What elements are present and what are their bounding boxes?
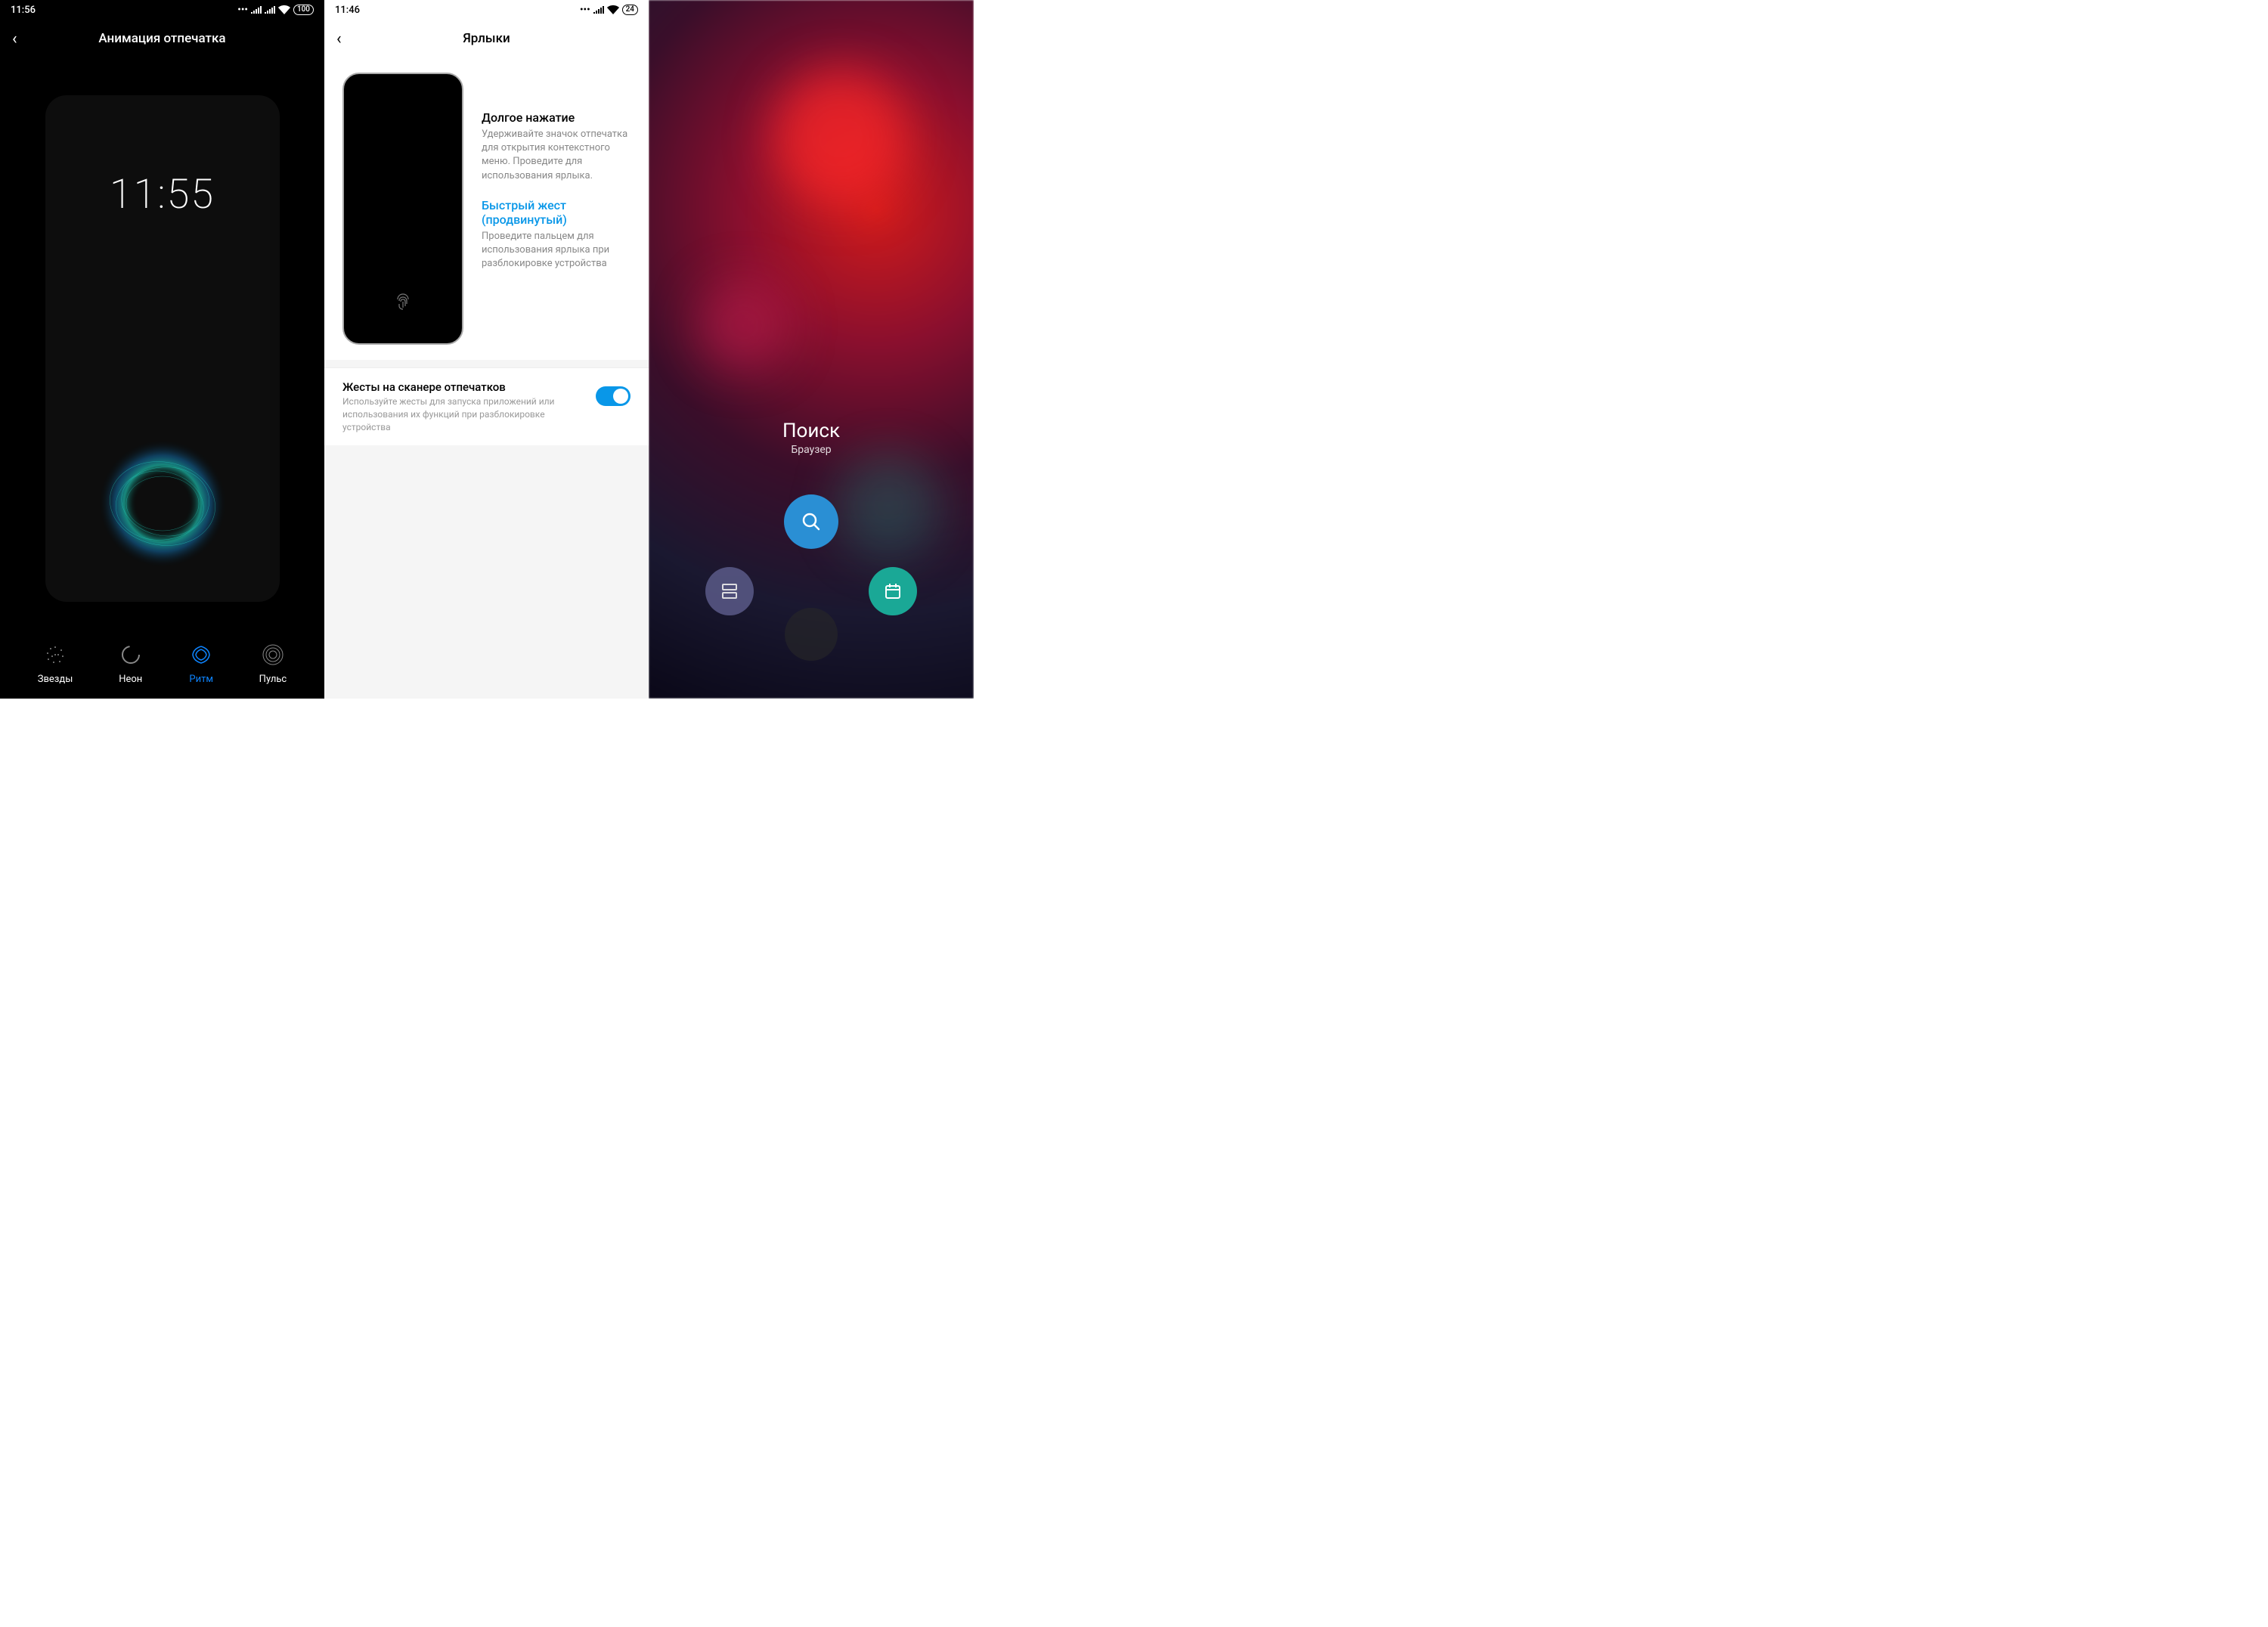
back-button[interactable]: ‹ xyxy=(336,29,342,48)
anim-option-pulse[interactable]: Пульс xyxy=(259,642,287,685)
search-icon xyxy=(801,511,822,532)
blur-blob xyxy=(698,280,789,370)
status-time: 11:56 xyxy=(11,5,36,16)
info-text: Долгое нажатие Удерживайте значок отпеча… xyxy=(482,73,631,286)
split-screen-icon xyxy=(720,581,739,601)
phone-illustration xyxy=(342,73,463,345)
wifi-icon xyxy=(607,5,619,14)
rhythm-icon xyxy=(188,642,214,668)
quick-gesture-block[interactable]: Быстрый жест (продвинутый) Проведите пал… xyxy=(482,198,631,271)
status-icons: ••• 24 xyxy=(580,5,638,16)
calendar-icon xyxy=(883,581,903,601)
dots-icon: ••• xyxy=(580,5,590,16)
fingerprint-origin[interactable] xyxy=(785,608,838,661)
battery-badge: 100 xyxy=(293,5,314,15)
shortcut-split-button[interactable] xyxy=(705,567,754,615)
info-row: Долгое нажатие Удерживайте значок отпеча… xyxy=(342,73,631,345)
fingerprint-icon xyxy=(392,290,414,313)
status-icons: ••• 100 xyxy=(237,5,314,16)
radial-shortcut-overlay: Поиск Браузер xyxy=(649,0,974,699)
stars-icon xyxy=(42,642,68,668)
status-bar: 11:46 ••• 24 xyxy=(324,0,649,20)
page-title: Ярлыки xyxy=(336,31,637,46)
gesture-setting-row: Жесты на сканере отпечатков Используйте … xyxy=(324,367,649,445)
rhythm-animation xyxy=(87,428,238,579)
shortcut-label: Поиск Браузер xyxy=(782,420,840,456)
signal-icon xyxy=(593,6,604,14)
long-press-desc: Удерживайте значок отпечатка для открыти… xyxy=(482,128,631,183)
anim-label: Пульс xyxy=(259,674,287,685)
back-button[interactable]: ‹ xyxy=(12,29,17,48)
lockscreen-preview: 11:55 xyxy=(45,95,280,602)
status-time: 11:46 xyxy=(335,5,360,16)
long-press-block[interactable]: Долгое нажатие Удерживайте значок отпеча… xyxy=(482,110,631,183)
quick-gesture-title: Быстрый жест (продвинутый) xyxy=(482,198,631,227)
setting-desc: Используйте жесты для запуска приложений… xyxy=(342,395,584,433)
neon-icon xyxy=(118,642,144,668)
header: ‹ Анимация отпечатка xyxy=(0,20,324,57)
animation-options: Звезды Неон Ритм Пульс xyxy=(0,642,324,685)
anim-label: Неон xyxy=(119,674,142,685)
setting-title: Жесты на сканере отпечатков xyxy=(342,380,584,394)
anim-label: Звезды xyxy=(38,674,73,685)
anim-option-stars[interactable]: Звезды xyxy=(38,642,73,685)
status-bar: 11:56 ••• 100 xyxy=(0,0,324,20)
gesture-toggle[interactable] xyxy=(596,386,631,406)
header: ‹ Ярлыки xyxy=(324,20,649,57)
shortcut-title: Поиск xyxy=(782,420,840,442)
setting-text: Жесты на сканере отпечатков Используйте … xyxy=(342,380,584,433)
preview-clock: 11:55 xyxy=(110,171,215,218)
signal-icon xyxy=(265,6,275,14)
wifi-icon xyxy=(278,5,290,14)
blur-blob xyxy=(773,70,909,206)
shortcut-search-button[interactable] xyxy=(784,494,838,549)
signal-icon xyxy=(251,6,262,14)
fingerprint-animation-screen: 11:56 ••• 100 ‹ Анимация отпечатка 11:55 xyxy=(0,0,324,699)
shortcuts-content: Долгое нажатие Удерживайте значок отпеча… xyxy=(324,57,649,360)
shortcut-calendar-button[interactable] xyxy=(869,567,917,615)
radial-menu xyxy=(705,494,917,661)
quick-gesture-desc: Проведите пальцем для использования ярлы… xyxy=(482,230,631,271)
page-title: Анимация отпечатка xyxy=(12,31,312,46)
shortcut-subtitle: Браузер xyxy=(782,444,840,456)
battery-badge: 24 xyxy=(622,5,638,15)
anim-option-neon[interactable]: Неон xyxy=(118,642,144,685)
anim-option-rhythm[interactable]: Ритм xyxy=(188,642,214,685)
dots-icon: ••• xyxy=(237,5,248,16)
anim-label: Ритм xyxy=(189,674,213,685)
shortcuts-screen: 11:46 ••• 24 ‹ Ярлыки Долгое нажатие Уде… xyxy=(324,0,649,699)
pulse-icon xyxy=(260,642,286,668)
long-press-title: Долгое нажатие xyxy=(482,110,631,125)
